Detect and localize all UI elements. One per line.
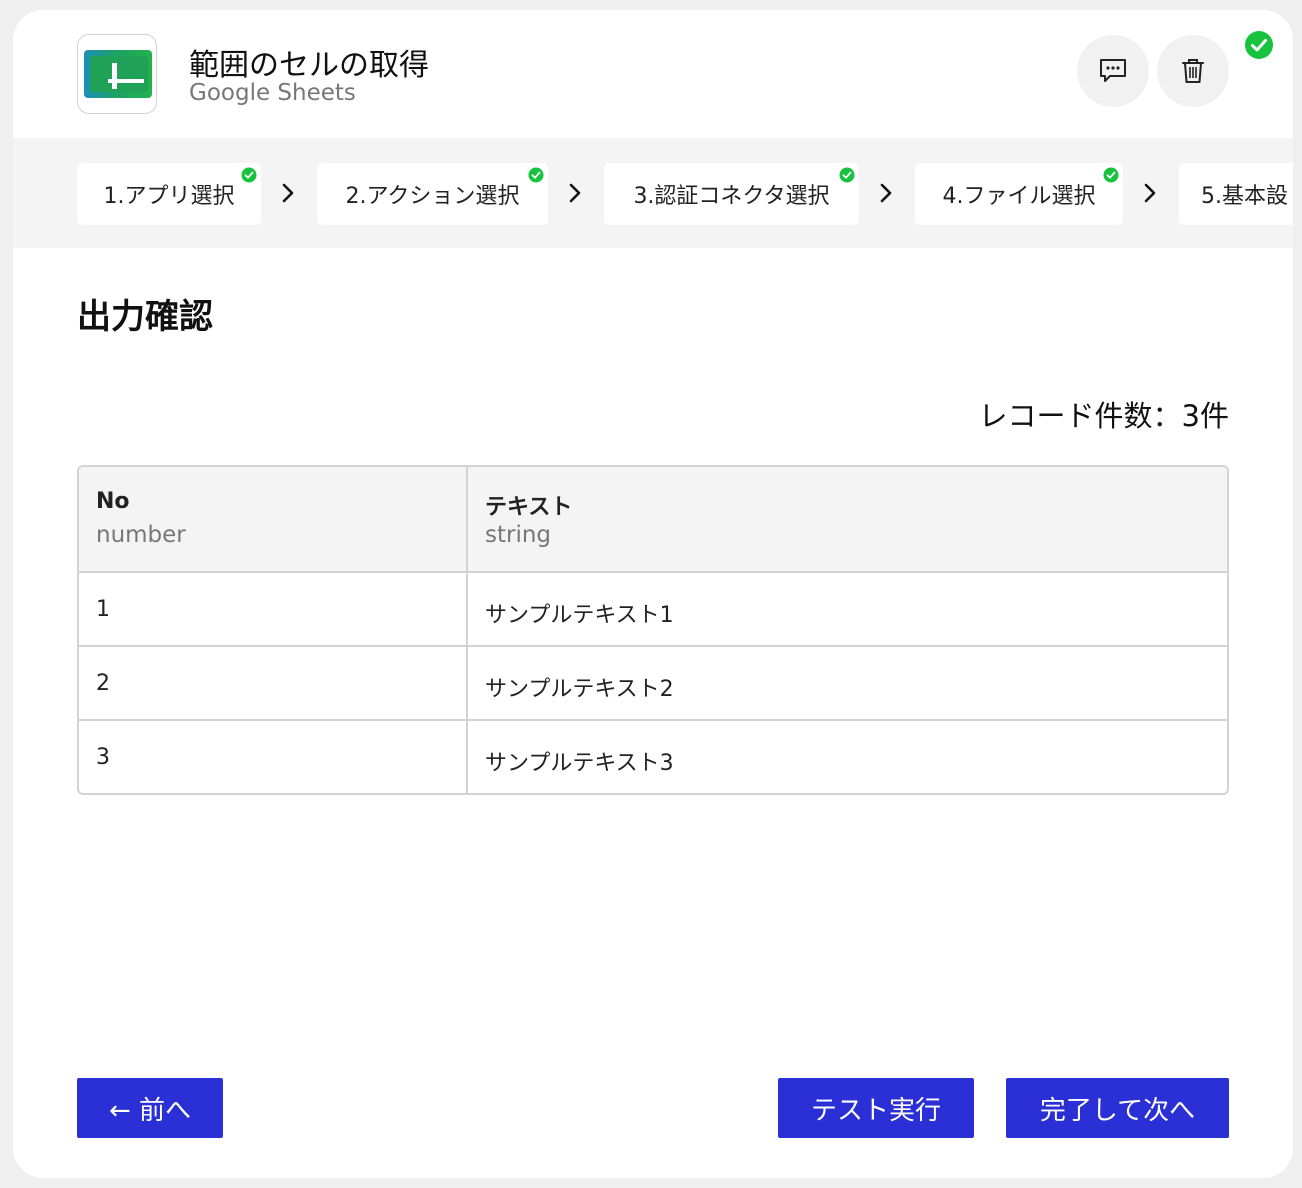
step-done-check-icon [1103,167,1119,183]
step-label: 1.アプリ選択 [103,184,235,209]
step-done-check-icon [528,167,544,183]
prev-button[interactable]: ← 前へ [77,1078,223,1138]
chevron-right-icon [569,183,581,203]
step-4-file-select[interactable]: 4.ファイル選択 [915,163,1123,225]
column-name: テキスト [485,495,573,520]
app-name: Google Sheets [189,80,356,106]
column-type: number [96,522,186,548]
table-row: 1 サンプルテキスト1 [79,573,1227,647]
record-count: レコード件数：3件 [978,399,1229,433]
test-run-button[interactable]: テスト実行 [778,1078,974,1138]
step-label: 4.ファイル選択 [942,184,1096,209]
card-header: 範囲のセルの取得 Google Sheets [13,10,1293,138]
completed-check-icon [1245,31,1273,59]
step-label: 5.基本設 [1201,184,1288,209]
page-title: 範囲のセルの取得 [189,48,429,83]
step-1-app-select[interactable]: 1.アプリ選択 [77,163,261,225]
step-done-check-icon [241,167,257,183]
column-name: No [96,489,130,514]
step-3-connector-select[interactable]: 3.認証コネクタ選択 [604,163,859,225]
table-cell: サンプルテキスト3 [485,751,674,776]
step-label: 2.アクション選択 [345,184,520,209]
delete-button[interactable] [1157,35,1229,107]
table-cell: 1 [96,597,110,622]
section-title: 出力確認 [77,297,213,337]
column-divider [466,467,468,793]
step-5-basic-settings[interactable]: 5.基本設 [1179,163,1293,225]
table-cell: 2 [96,671,110,696]
table-cell: サンプルテキスト1 [485,603,674,628]
table-cell: 3 [96,745,110,770]
comment-icon [1100,59,1126,82]
output-table: No number テキスト string 1 サンプルテキスト1 2 サンプル… [77,465,1229,795]
chevron-right-icon [880,183,892,203]
step-label: 3.認証コネクタ選択 [633,184,830,209]
complete-next-button[interactable]: 完了して次へ [1006,1078,1229,1138]
table-cell: サンプルテキスト2 [485,677,674,702]
column-type: string [485,522,552,548]
comment-button[interactable] [1077,35,1149,107]
table-row: 2 サンプルテキスト2 [79,647,1227,721]
table-row: 3 サンプルテキスト3 [79,721,1227,793]
table-header: No number テキスト string [79,467,1227,573]
step-done-check-icon [839,167,855,183]
task-card: 範囲のセルの取得 Google Sheets 1.アプリ選択 2.アクション選択… [13,10,1293,1178]
trash-icon [1182,59,1204,83]
step-2-action-select[interactable]: 2.アクション選択 [317,163,548,225]
step-navigation: 1.アプリ選択 2.アクション選択 3.認証コネクタ選択 4.ファイル選択 5.… [13,138,1293,248]
google-sheets-logo-icon [77,34,157,114]
chevron-right-icon [1144,183,1156,203]
chevron-right-icon [282,183,294,203]
